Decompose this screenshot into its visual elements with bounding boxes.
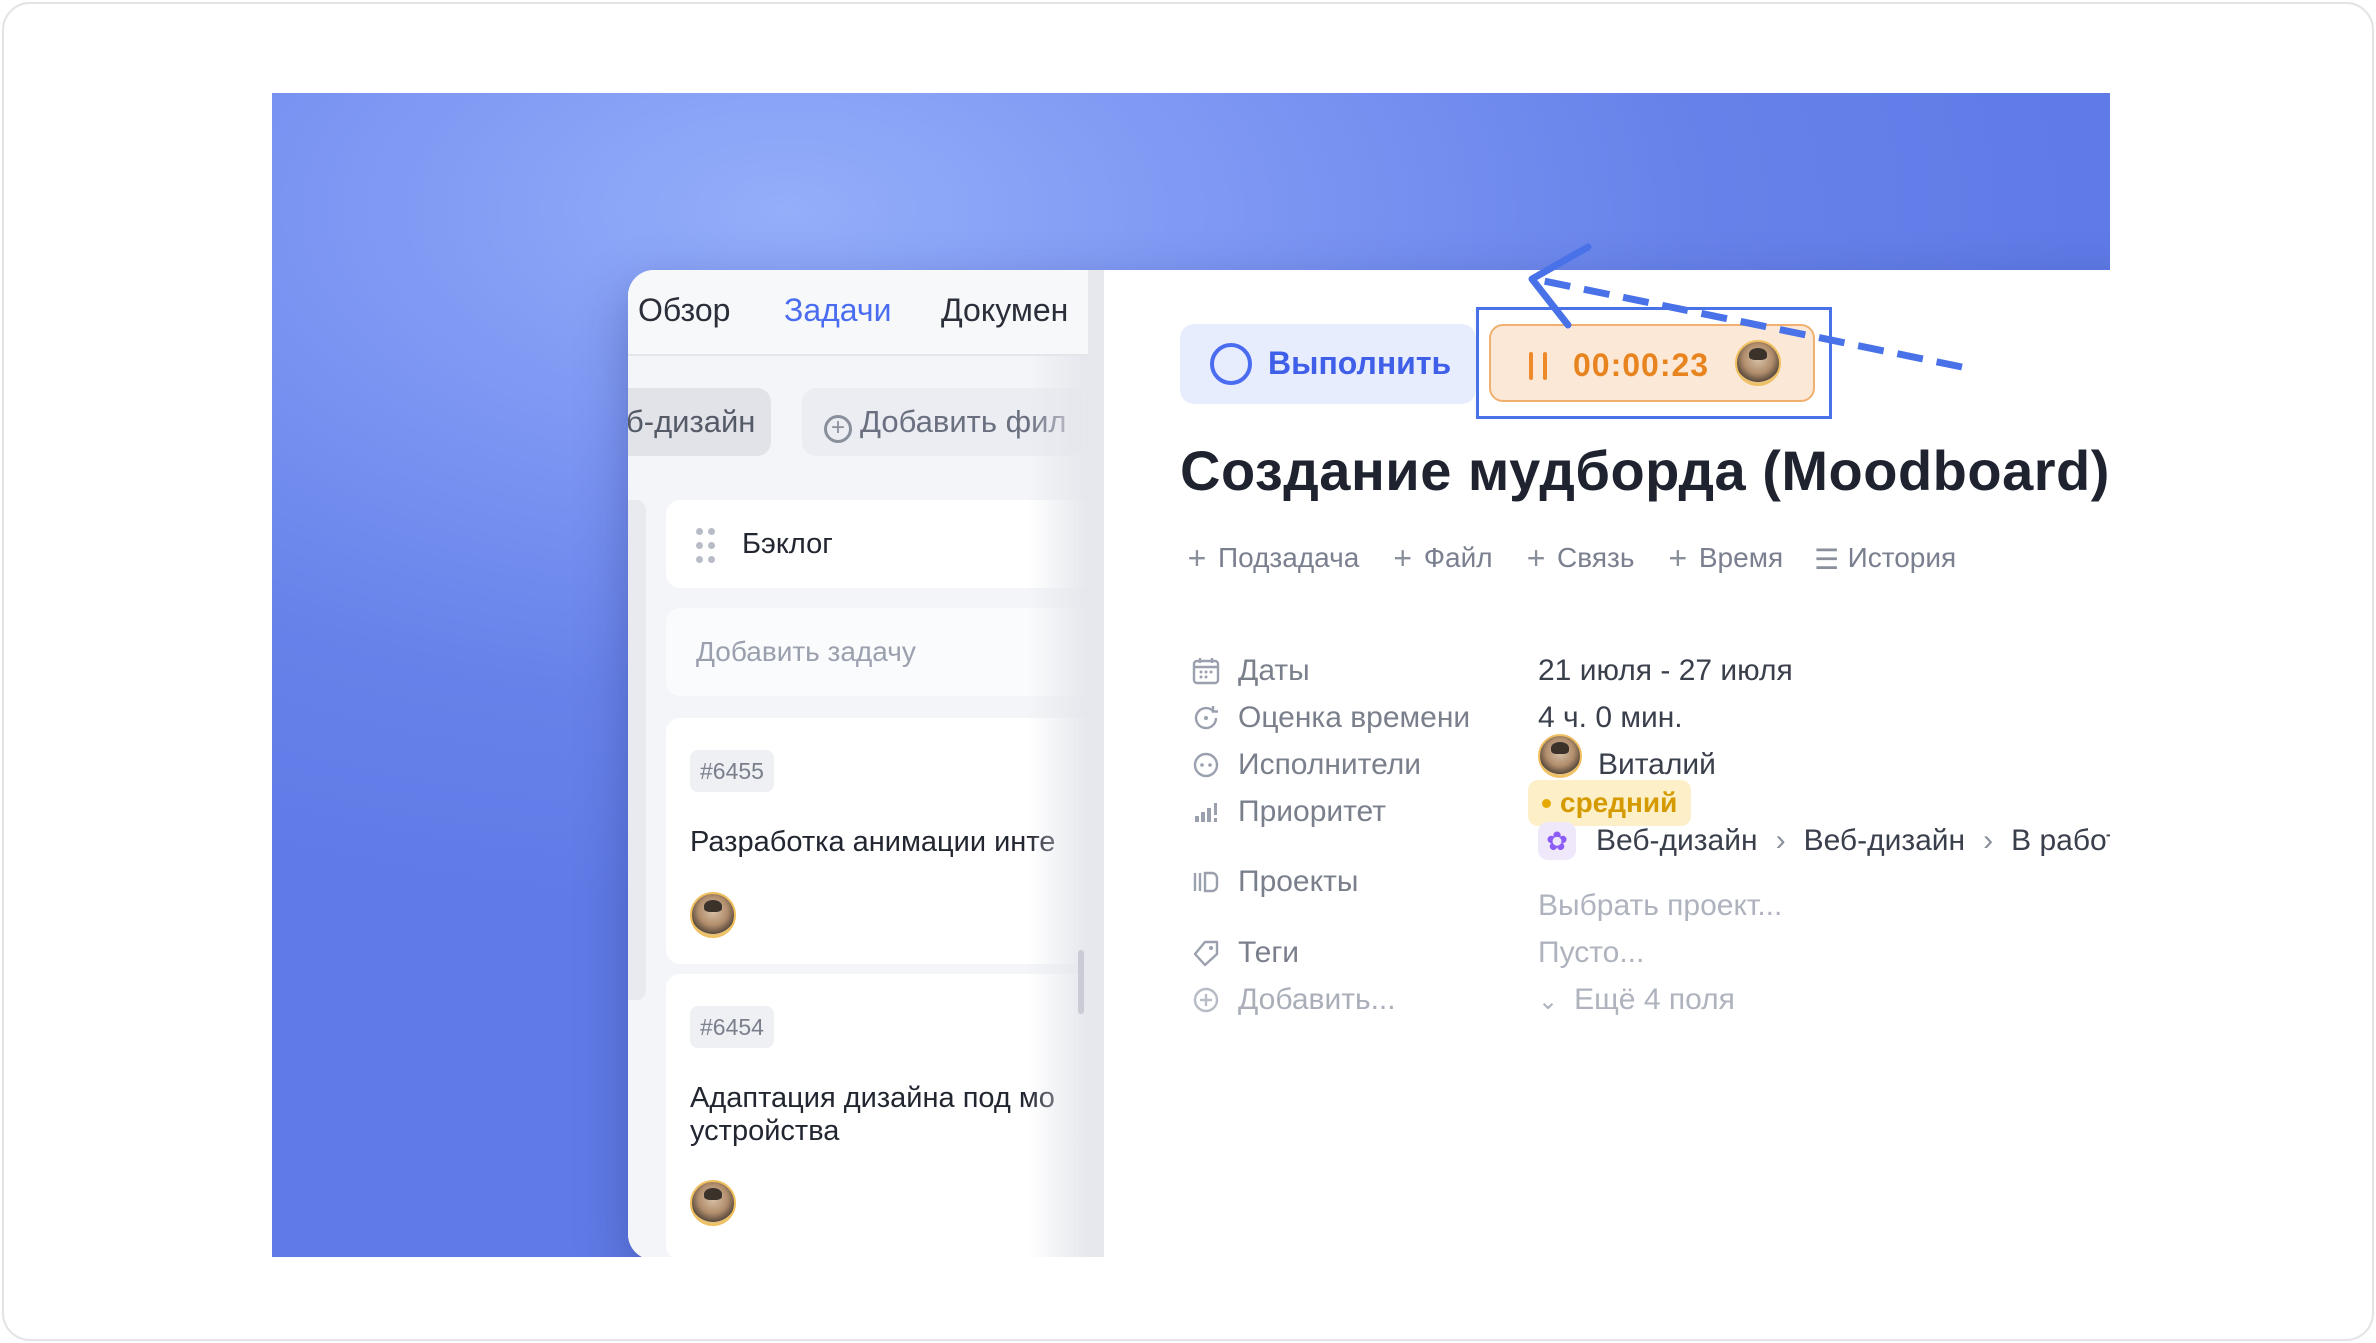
pointer-arrow	[1528, 243, 1963, 371]
background-stage: Обзор Задачи Докумен б-дизайн + Добавить …	[272, 93, 2110, 1257]
screenshot-frame: Обзор Задачи Докумен б-дизайн + Добавить …	[2, 2, 2374, 1341]
